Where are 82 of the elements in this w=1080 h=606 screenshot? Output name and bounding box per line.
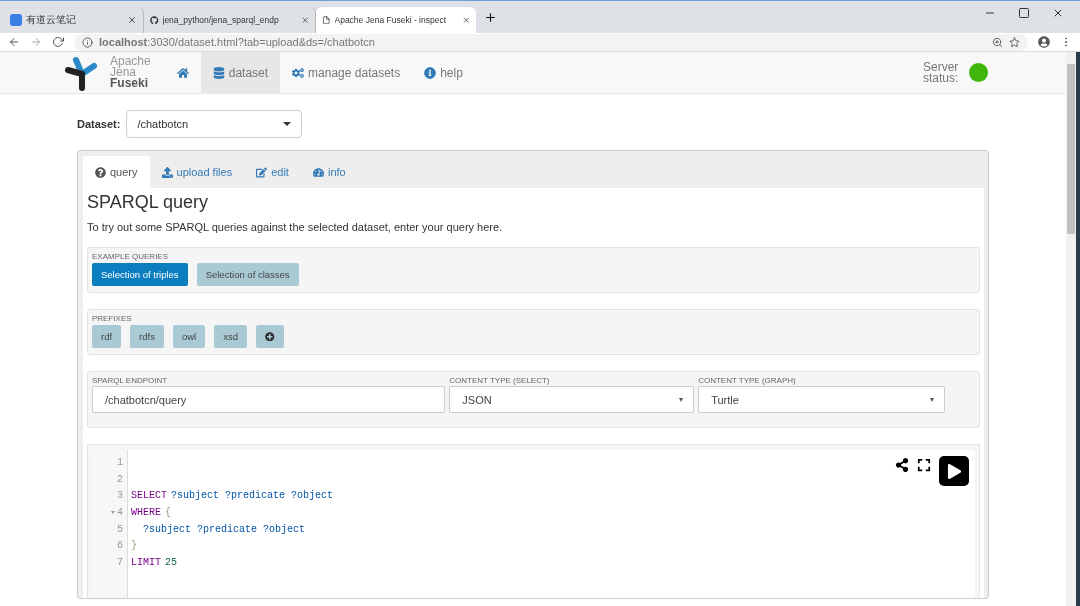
line-number: 5: [117, 523, 123, 535]
description-text: To try out some SPARQL queries against the selected dataset, enter your query here.: [87, 221, 504, 233]
fullscreen-icon[interactable]: [917, 458, 931, 472]
new-tab-icon[interactable]: [484, 10, 497, 24]
profile-icon[interactable]: [1038, 36, 1050, 48]
home-icon: [176, 66, 189, 79]
line-number: 6: [117, 540, 123, 552]
url-text: localhost:3030/dataset.html?tab=upload&ds=/chatbotcn: [99, 36, 376, 48]
caret-icon: [283, 122, 292, 126]
logo-text: Apache: [110, 56, 151, 67]
zoom-icon[interactable]: [992, 36, 1003, 48]
example-query-button[interactable]: Selection of classes: [196, 263, 299, 286]
reload-icon[interactable]: [52, 36, 64, 48]
add-prefix-button[interactable]: [256, 325, 284, 348]
run-button[interactable]: [939, 456, 969, 486]
close-icon[interactable]: [461, 15, 470, 25]
section-heading: SPARQL query: [87, 192, 210, 213]
code-token: {: [165, 506, 172, 518]
star-icon[interactable]: [1009, 36, 1020, 48]
nav-link[interactable]: dataset: [200, 52, 281, 93]
panel-tab[interactable]: info: [300, 156, 358, 188]
dashboard-icon: [312, 166, 324, 178]
line-number: 2: [117, 473, 123, 485]
prefixes-label: PREFIXES: [92, 314, 133, 323]
code-token: WHERE: [131, 506, 161, 518]
maximize-icon[interactable]: [1018, 7, 1030, 19]
dataset-select[interactable]: /chatbotcn: [126, 110, 303, 138]
play-icon: [946, 463, 962, 479]
info-icon: [82, 36, 93, 48]
line-number: 1: [117, 456, 123, 468]
plus-icon: [265, 331, 275, 342]
prefix-button[interactable]: rdfs: [130, 325, 164, 348]
input-field[interactable]: /chatbotcn/query: [92, 386, 446, 413]
select-field[interactable]: Turtle: [698, 386, 945, 413]
panel-tab[interactable]: query: [83, 156, 150, 188]
line-number: 3: [117, 490, 123, 502]
code-token: LIMIT: [131, 556, 161, 568]
caret-icon: [930, 397, 934, 402]
gears-icon: [292, 66, 305, 79]
line-number: 4: [117, 506, 123, 518]
question-icon: [95, 166, 106, 178]
page-icon: [322, 15, 331, 25]
field-label: CONTENT TYPE (GRAPH): [698, 376, 797, 385]
examples-label: EXAMPLE QUERIES: [92, 252, 170, 261]
code-token: ?subject ?predicate ?object: [171, 490, 334, 502]
code-token: 25: [165, 556, 178, 568]
fold-icon[interactable]: [111, 510, 115, 514]
close-icon[interactable]: [300, 15, 309, 25]
logo-text: Jena: [110, 67, 137, 78]
code-token: }: [131, 540, 137, 552]
info-icon: [424, 66, 437, 79]
line-number: 7: [117, 556, 123, 568]
prefix-button[interactable]: owl: [172, 325, 206, 348]
example-query-button[interactable]: Selection of triples: [92, 263, 188, 286]
upload-icon: [161, 166, 173, 178]
server-status-label: Server status:: [923, 61, 960, 84]
share-icon[interactable]: [895, 458, 909, 472]
panel-tab[interactable]: upload files: [149, 156, 245, 188]
code-token: ?subject ?predicate ?object: [142, 523, 306, 535]
caret-icon: [679, 397, 684, 402]
close-icon[interactable]: [127, 15, 137, 25]
select-field[interactable]: JSON: [449, 386, 695, 413]
nav-link[interactable]: manage datasets: [280, 52, 413, 93]
close-icon[interactable]: [1052, 7, 1064, 19]
logo-text: Fuseki: [110, 78, 149, 89]
address-field[interactable]: localhost:3030/dataset.html?tab=upload&ds=/chatbotcn: [74, 33, 1028, 51]
prefix-button[interactable]: rdf: [92, 325, 122, 348]
prefix-button[interactable]: xsd: [214, 325, 247, 348]
edit-icon: [256, 166, 268, 178]
field-label: CONTENT TYPE (SELECT): [449, 376, 551, 385]
code-token: SELECT: [131, 490, 167, 502]
database-icon: [212, 66, 225, 79]
nav-link[interactable]: help: [412, 52, 475, 93]
github-icon: [150, 15, 159, 25]
field-label: SPARQL ENDPOINT: [92, 376, 169, 385]
scrollbar-thumb[interactable]: [1067, 64, 1075, 234]
browser-tab[interactable]: Apache Jena Fuseki - inspect: [316, 7, 476, 33]
code-editor[interactable]: 1 2 3 4 5 6 7 SELECT ?subject ?predicate ?object WHERE { ?subject ?predicate ?object } LIMIT 25: [92, 450, 975, 598]
panel-tab[interactable]: edit: [244, 156, 301, 188]
dataset-label: Dataset:: [77, 118, 121, 130]
back-icon[interactable]: [8, 36, 20, 48]
note-app-icon: [10, 14, 22, 26]
